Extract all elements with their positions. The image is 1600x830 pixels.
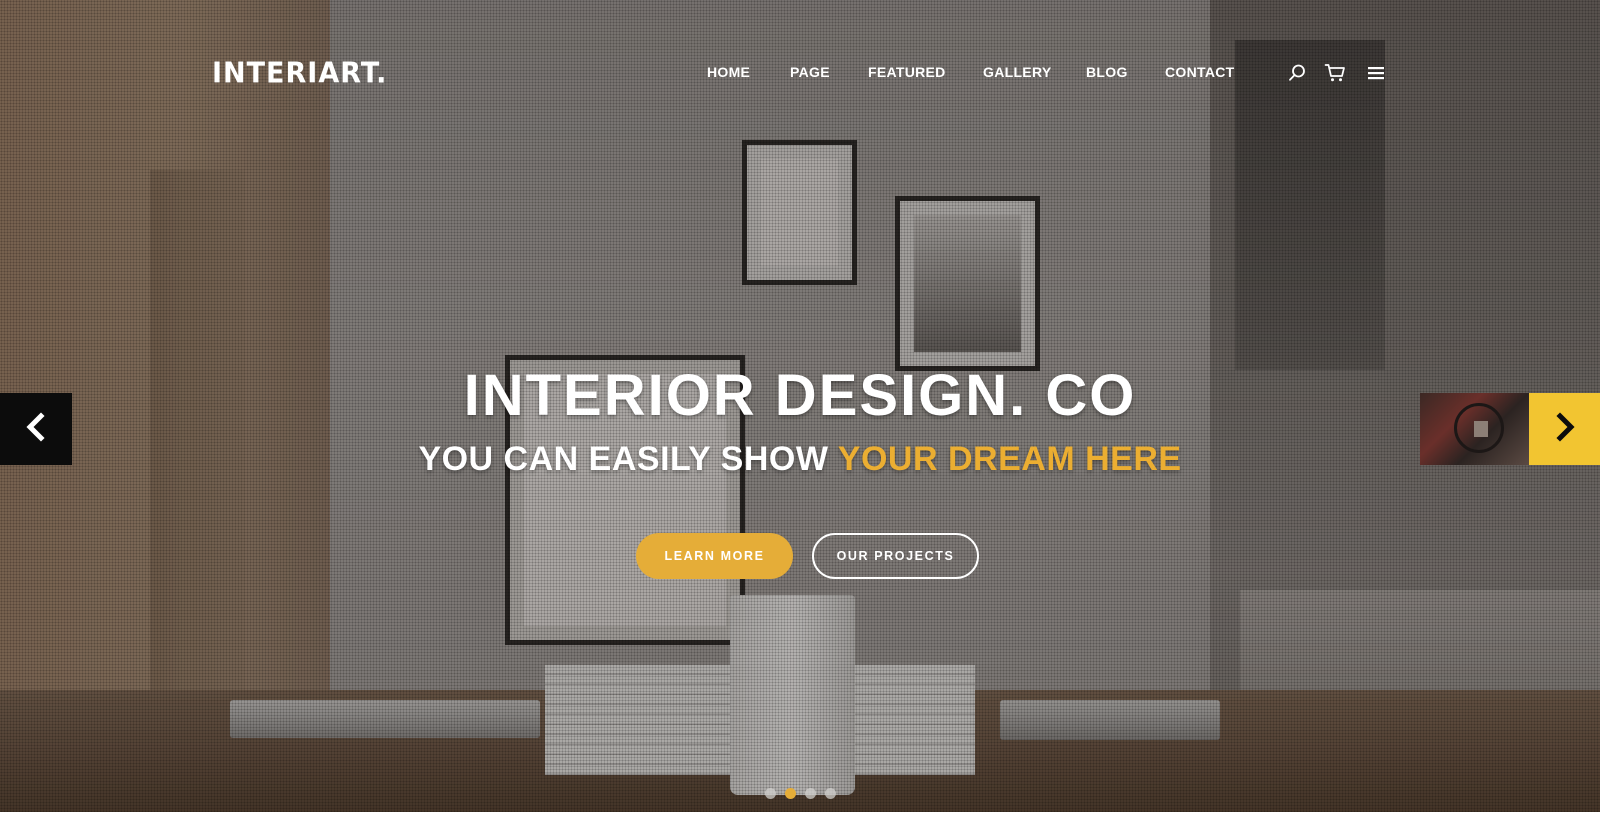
search-icon[interactable]: [1287, 63, 1309, 85]
nav-item-blog[interactable]: BLOG: [1086, 64, 1128, 80]
hero-subline-text: YOU CAN EASILY SHOW: [418, 440, 838, 478]
hero-headline: INTERIOR DESIGN. CO: [463, 363, 1137, 428]
slider-dot[interactable]: [765, 788, 776, 799]
our-projects-button[interactable]: OUR PROJECTS: [812, 533, 979, 579]
chevron-right-icon: [1553, 411, 1577, 447]
menu-icon[interactable]: [1366, 63, 1388, 85]
chevron-left-icon: [24, 411, 48, 447]
slider-pagination: [0, 788, 1600, 800]
site-logo[interactable]: INTERIART.: [212, 57, 387, 90]
slider-dot[interactable]: [785, 788, 796, 799]
nav-item-page[interactable]: PAGE: [790, 64, 830, 80]
nav-item-contact[interactable]: CONTACT: [1165, 64, 1235, 80]
slider-dot[interactable]: [805, 788, 816, 799]
hero-subline: YOU CAN EASILY SHOW YOUR DREAM HERE: [0, 440, 1600, 479]
nav-item-gallery[interactable]: GALLERY: [983, 64, 1051, 80]
thumbnail-plate: [1474, 421, 1488, 437]
nav-item-home[interactable]: HOME: [707, 64, 750, 80]
nav-item-featured[interactable]: FEATURED: [868, 64, 946, 80]
learn-more-button[interactable]: LEARN MORE: [636, 533, 793, 579]
next-slide-thumbnail[interactable]: [1420, 393, 1529, 465]
cart-icon[interactable]: [1324, 63, 1346, 85]
page-bottom-strip: [0, 812, 1600, 830]
slider-next-button[interactable]: [1529, 393, 1600, 465]
slider-dot[interactable]: [825, 788, 836, 799]
hero-subline-highlight: YOUR DREAM HERE: [837, 440, 1182, 478]
slider-prev-button[interactable]: [0, 393, 72, 465]
